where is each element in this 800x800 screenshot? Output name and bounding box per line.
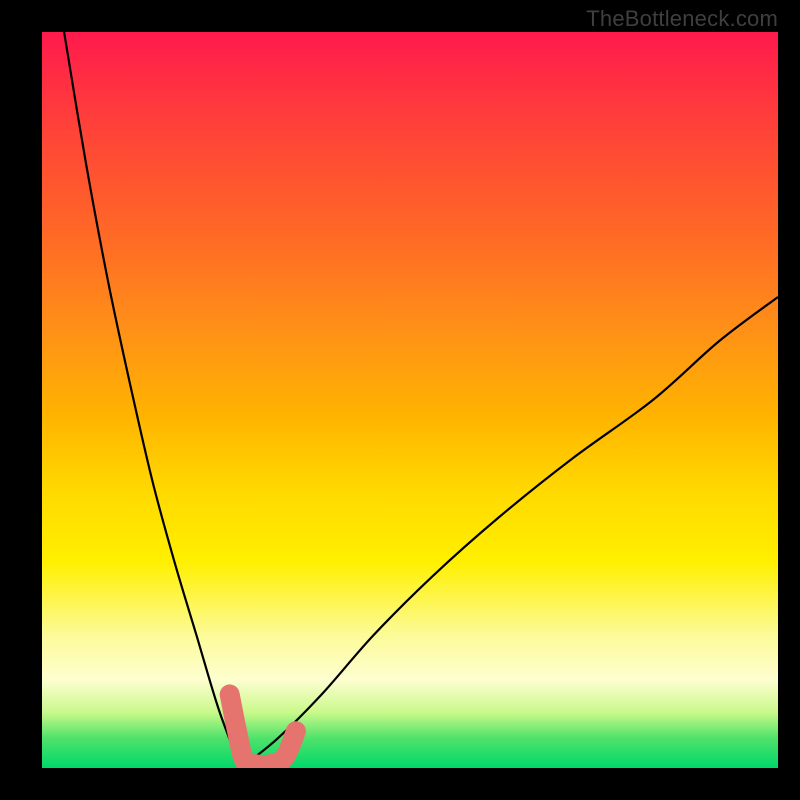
- left-curve: [64, 32, 241, 768]
- right-curve: [241, 297, 778, 768]
- curve-svg: [42, 32, 778, 768]
- watermark-text: TheBottleneck.com: [586, 6, 778, 32]
- plot-area: [42, 32, 778, 768]
- highlight-marker: [230, 694, 296, 765]
- chart-container: TheBottleneck.com: [0, 0, 800, 800]
